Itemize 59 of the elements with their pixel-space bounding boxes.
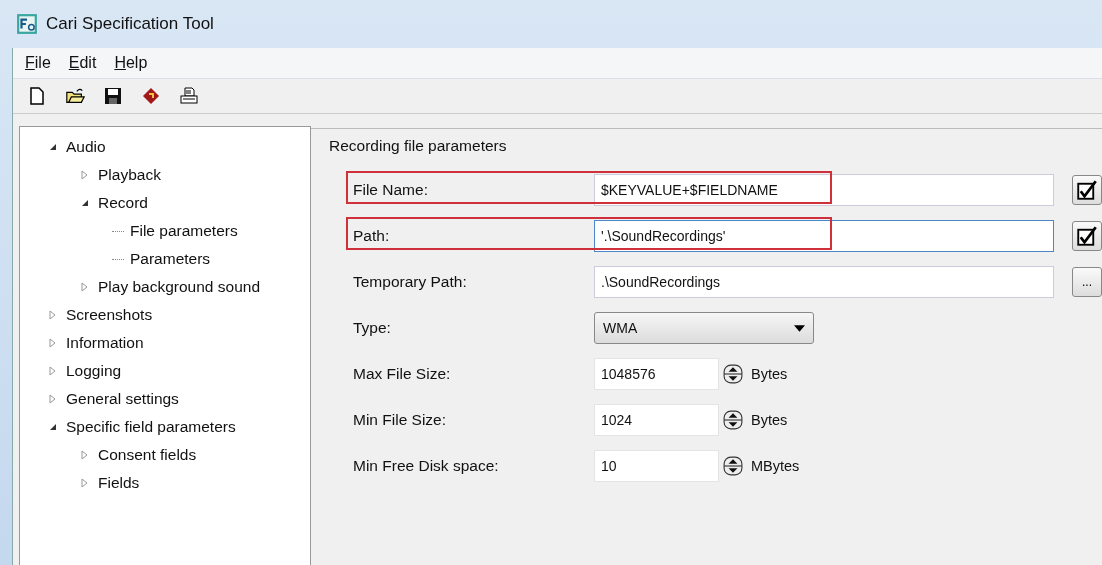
unit-label: MBytes: [751, 458, 800, 474]
spinner-icon[interactable]: [723, 456, 743, 476]
new-document-icon[interactable]: [27, 86, 47, 106]
type-dropdown[interactable]: WMA: [594, 312, 814, 344]
number-field[interactable]: 10: [594, 450, 719, 482]
number-field[interactable]: 1024: [594, 404, 719, 436]
spinner-icon[interactable]: [723, 410, 743, 430]
collapse-icon[interactable]: [48, 142, 58, 152]
expand-icon[interactable]: [80, 170, 90, 180]
unit-label: Bytes: [751, 366, 788, 382]
collapse-icon[interactable]: [48, 422, 58, 432]
save-icon[interactable]: [103, 86, 123, 106]
menu-item[interactable]: File: [23, 52, 53, 74]
text-field[interactable]: $KEYVALUE+$FIELDNAME: [594, 174, 1054, 206]
tree-item[interactable]: Screenshots: [66, 306, 153, 324]
expand-icon[interactable]: [80, 478, 90, 488]
browse-button[interactable]: ...: [1072, 267, 1102, 297]
expand-icon[interactable]: [80, 450, 90, 460]
menu-item[interactable]: Edit: [66, 52, 99, 74]
expand-icon[interactable]: [48, 310, 58, 320]
checkbox-button[interactable]: [1072, 175, 1102, 205]
tree-item[interactable]: Audio: [66, 138, 106, 156]
menu-item[interactable]: Help: [112, 52, 150, 74]
collapse-icon[interactable]: [80, 198, 90, 208]
window-title: Cari Specification Tool: [46, 14, 214, 34]
tree-item[interactable]: Playback: [98, 166, 161, 184]
field-label: Type:: [353, 319, 392, 337]
tree-item[interactable]: Fields: [98, 474, 140, 492]
tree-item[interactable]: Consent fields: [98, 446, 197, 464]
tree-item[interactable]: Play background sound: [98, 278, 260, 296]
tree-item[interactable]: File parameters: [130, 222, 238, 240]
printer-icon[interactable]: [179, 86, 199, 106]
open-folder-icon[interactable]: [65, 86, 85, 106]
expand-icon[interactable]: [48, 366, 58, 376]
unit-label: Bytes: [751, 412, 788, 428]
field-label: Path:: [353, 227, 391, 245]
tree-item[interactable]: Record: [98, 194, 148, 212]
tree-item[interactable]: Parameters: [130, 250, 211, 268]
expand-icon[interactable]: [48, 394, 58, 404]
field-label: Min Free Disk space:: [353, 457, 500, 475]
tree-item[interactable]: Logging: [66, 362, 122, 380]
number-field[interactable]: 1048576: [594, 358, 719, 390]
spinner-icon[interactable]: [723, 364, 743, 384]
expand-icon[interactable]: [80, 282, 90, 292]
group-title: Recording file parameters: [329, 136, 508, 156]
app-icon: [16, 13, 38, 35]
expand-icon[interactable]: [48, 338, 58, 348]
tree-item[interactable]: General settings: [66, 390, 179, 408]
text-field[interactable]: '.\SoundRecordings': [594, 220, 1054, 252]
field-label: Min File Size:: [353, 411, 448, 429]
text-field[interactable]: .\SoundRecordings: [594, 266, 1054, 298]
field-label: Max File Size:: [353, 365, 452, 383]
tree-item[interactable]: Specific field parameters: [66, 418, 236, 436]
tree-item[interactable]: Information: [66, 334, 144, 352]
caret-icon[interactable]: [794, 324, 805, 332]
checkbox-button[interactable]: [1072, 221, 1102, 251]
tag-icon[interactable]: [141, 86, 161, 106]
field-label: File Name:: [353, 181, 429, 199]
field-label: Temporary Path:: [353, 273, 468, 291]
